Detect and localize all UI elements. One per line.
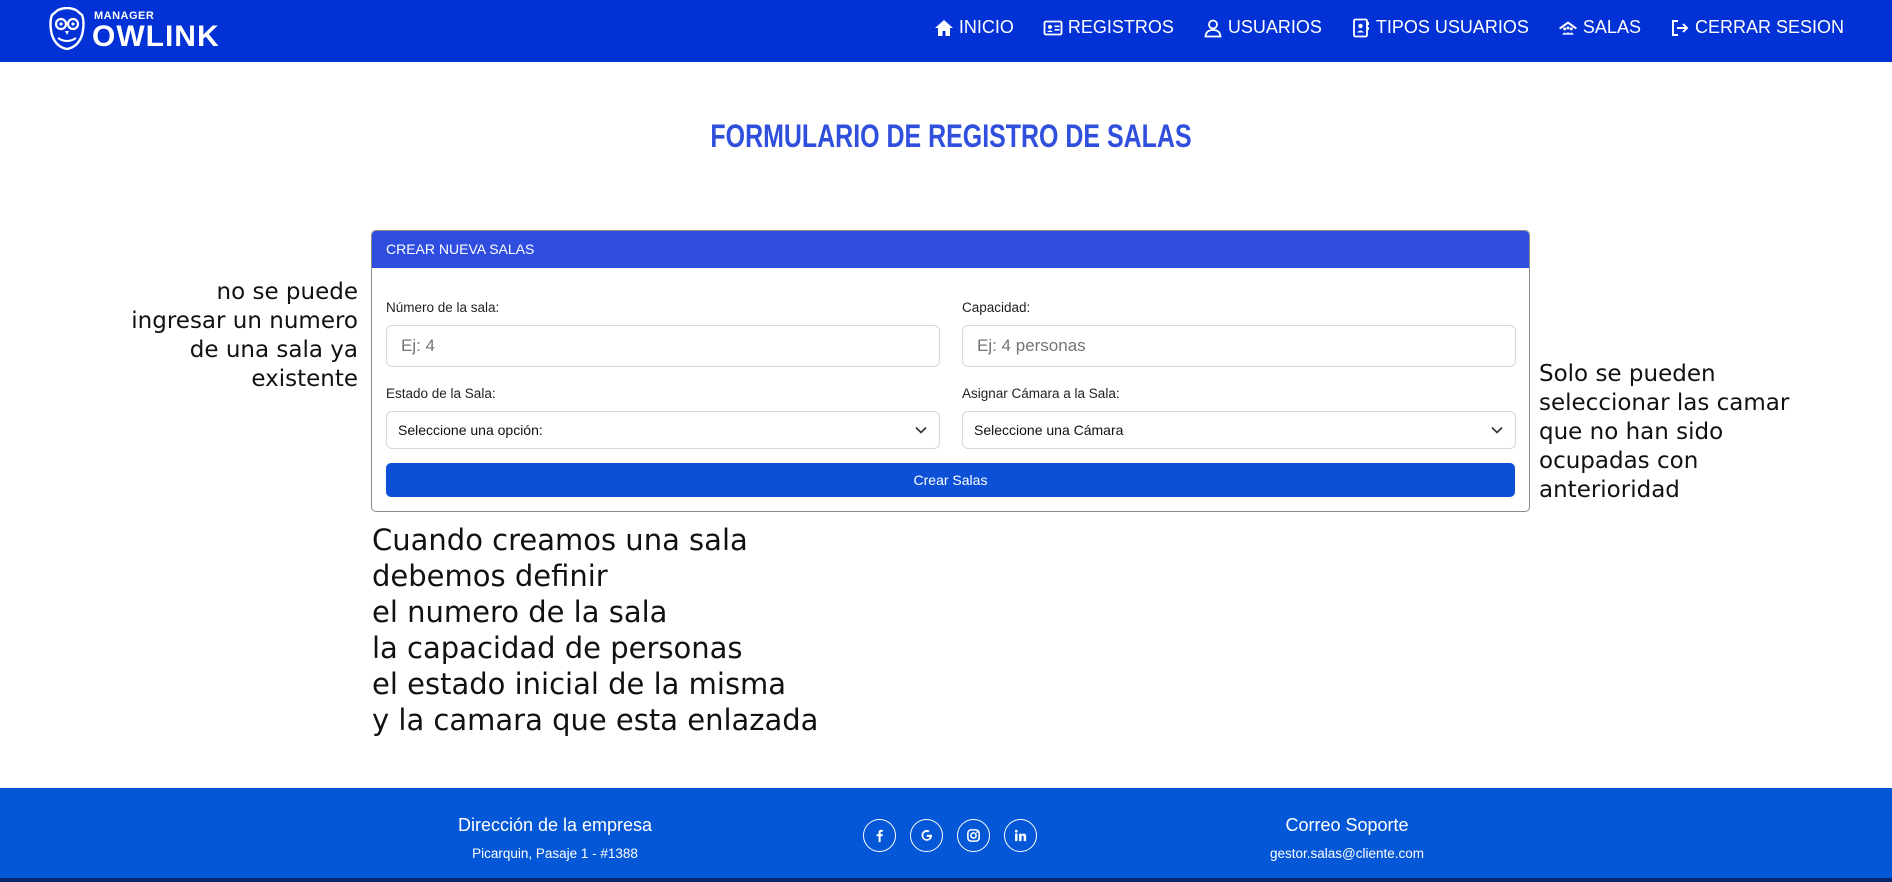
brand-big-text: OWLINK	[92, 19, 220, 53]
nav-item-cerrar-sesion[interactable]: CERRAR SESION	[1670, 17, 1844, 38]
instagram-glyph	[967, 829, 980, 842]
room-status-label: Estado de la Sala:	[386, 386, 496, 401]
create-room-card: CREAR NUEVA SALAS Número de la sala: Cap…	[371, 230, 1530, 512]
brand-wordmark: MANAGER OWLINK	[92, 10, 220, 53]
annotation-left: no se puede ingresar un numero de una sa…	[131, 279, 358, 392]
room-status-value: Seleccione una opción:	[398, 422, 543, 438]
chevron-down-icon	[915, 426, 927, 434]
linkedin-icon[interactable]	[1004, 819, 1037, 852]
nav-label: CERRAR SESION	[1694, 17, 1844, 37]
room-number-input[interactable]	[386, 325, 940, 367]
camera-label: Asignar Cámara a la Sala:	[962, 386, 1120, 401]
linkedin-glyph	[1014, 829, 1027, 842]
logout-icon	[1672, 19, 1689, 36]
instagram-icon[interactable]	[957, 819, 990, 852]
facebook-icon[interactable]	[863, 819, 896, 852]
capacity-input[interactable]	[962, 325, 1516, 367]
nav-label: INICIO	[958, 17, 1014, 37]
footer: Dirección de la empresa Picarquin, Pasaj…	[0, 788, 1892, 882]
id-card-icon	[1043, 20, 1063, 35]
annotation-main: Cuando creamos una sala debemos definir …	[372, 523, 819, 737]
nav-label: TIPOS USUARIOS	[1375, 17, 1529, 37]
create-room-button[interactable]: Crear Salas	[386, 463, 1515, 497]
page-title: FORMULARIO DE REGISTRO DE SALAS	[710, 118, 1192, 154]
address-title: Dirección de la empresa	[457, 815, 653, 835]
nav-item-usuarios[interactable]: USUARIOS	[1203, 17, 1322, 38]
nav-item-tipos-usuarios[interactable]: TIPOS USUARIOS	[1351, 17, 1529, 38]
chevron-down-icon	[1491, 426, 1503, 434]
home-icon	[934, 19, 953, 36]
camera-select[interactable]: Seleccione una Cámara	[962, 411, 1516, 449]
footer-address: Dirección de la empresa Picarquin, Pasaj…	[455, 815, 655, 861]
annotation-right: Solo se pueden seleccionar las camar que…	[1539, 361, 1790, 503]
google-glyph	[921, 829, 932, 841]
main-nav: INICIO REGISTROS USUARIOS TIPOS USUARIOS…	[905, 0, 1844, 55]
footer-bottom-bar	[0, 878, 1892, 882]
nav-label: SALAS	[1582, 17, 1641, 37]
nav-item-registros[interactable]: REGISTROS	[1043, 17, 1174, 38]
user-icon	[1204, 19, 1222, 37]
facebook-glyph	[876, 829, 883, 843]
google-icon[interactable]	[910, 819, 943, 852]
support-title: Correo Soporte	[1285, 815, 1409, 835]
card-header: CREAR NUEVA SALAS	[372, 231, 1529, 268]
capacity-label: Capacidad:	[962, 300, 1031, 315]
room-number-label: Número de la sala:	[386, 300, 500, 315]
camera-value: Seleccione una Cámara	[974, 422, 1124, 438]
nav-item-inicio[interactable]: INICIO	[934, 17, 1014, 38]
nav-label: REGISTROS	[1067, 17, 1174, 37]
owl-logo-icon	[49, 7, 85, 51]
navbar: MANAGER OWLINK INICIO REGISTROS USUARIOS…	[0, 0, 1892, 62]
nav-item-salas[interactable]: SALAS	[1558, 17, 1641, 38]
room-status-select[interactable]: Seleccione una opción:	[386, 411, 940, 449]
brand-logo[interactable]: MANAGER OWLINK	[48, 4, 220, 54]
nav-label: USUARIOS	[1227, 17, 1322, 37]
contact-card-icon	[1352, 18, 1369, 37]
social-links	[863, 819, 1051, 852]
address-text: Picarquin, Pasaje 1 - #1388	[472, 846, 638, 861]
support-email[interactable]: gestor.salas@cliente.com	[1247, 846, 1447, 861]
footer-support: Correo Soporte gestor.salas@cliente.com	[1247, 815, 1447, 861]
room-icon	[1558, 20, 1578, 35]
